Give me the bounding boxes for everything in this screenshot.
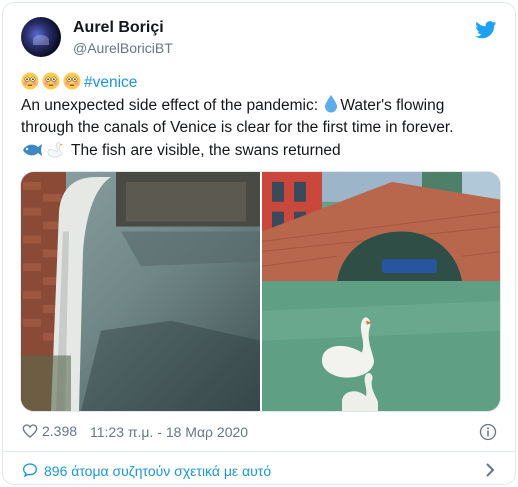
user-handle[interactable]: @AurelBoriciBT [73, 40, 173, 56]
photo-swans-bridge[interactable] [262, 172, 500, 411]
flushed-face-emoji [63, 72, 81, 90]
hashtag-link[interactable]: #venice [84, 74, 137, 91]
tweet-text-segment: An unexpected side effect of the pandemi… [21, 96, 323, 114]
conversation-link[interactable]: 896 άτομα συζητούν σχετικά με αυτό [3, 452, 515, 484]
tweet-header: Aurel Boriçi @AurelBoriciBT [21, 17, 499, 61]
canal-photo-image [21, 172, 260, 411]
tweet-line-2: An unexpected side effect of the pandemi… [21, 94, 501, 118]
swan-emoji [47, 141, 63, 157]
photo-canal-clear-water[interactable] [21, 172, 260, 411]
chevron-right-icon [486, 463, 495, 477]
tweet-timestamp[interactable]: 11:23 π.μ. - 18 Μαρ 2020 [90, 424, 248, 440]
speech-bubble-icon [22, 463, 38, 478]
display-name[interactable]: Aurel Boriçi [73, 19, 164, 37]
tweet-line-1: #venice [21, 72, 501, 95]
droplet-emoji [325, 94, 338, 112]
flushed-face-emoji [21, 72, 39, 90]
like-count: 2.398 [42, 423, 78, 439]
tweet-text-segment: Water's flowing [340, 96, 445, 114]
swans-photo-image [262, 172, 500, 411]
tweet-line-4: The fish are visible, the swans returned [21, 140, 501, 163]
tweet-text: #venice An unexpected side effect of the… [21, 72, 501, 162]
avatar[interactable] [21, 17, 61, 57]
flushed-face-emoji [42, 72, 60, 90]
heart-icon [22, 424, 38, 438]
twitter-bird-icon[interactable] [475, 21, 497, 39]
tweet-meta: 2.398 11:23 π.μ. - 18 Μαρ 2020 [22, 423, 499, 443]
tweet-text-segment: The fish are visible, the swans returned [71, 141, 341, 159]
like-button[interactable]: 2.398 [22, 423, 77, 439]
info-icon[interactable] [479, 423, 497, 441]
tweet-card: Aurel Boriçi @AurelBoriciBT #venice An u… [2, 2, 516, 485]
fish-emoji [23, 143, 42, 156]
conversation-count-label: 896 άτομα συζητούν σχετικά με αυτό [44, 463, 272, 479]
tweet-line-3: through the canals of Venice is clear fo… [21, 119, 454, 136]
tweet-media[interactable] [20, 171, 501, 412]
